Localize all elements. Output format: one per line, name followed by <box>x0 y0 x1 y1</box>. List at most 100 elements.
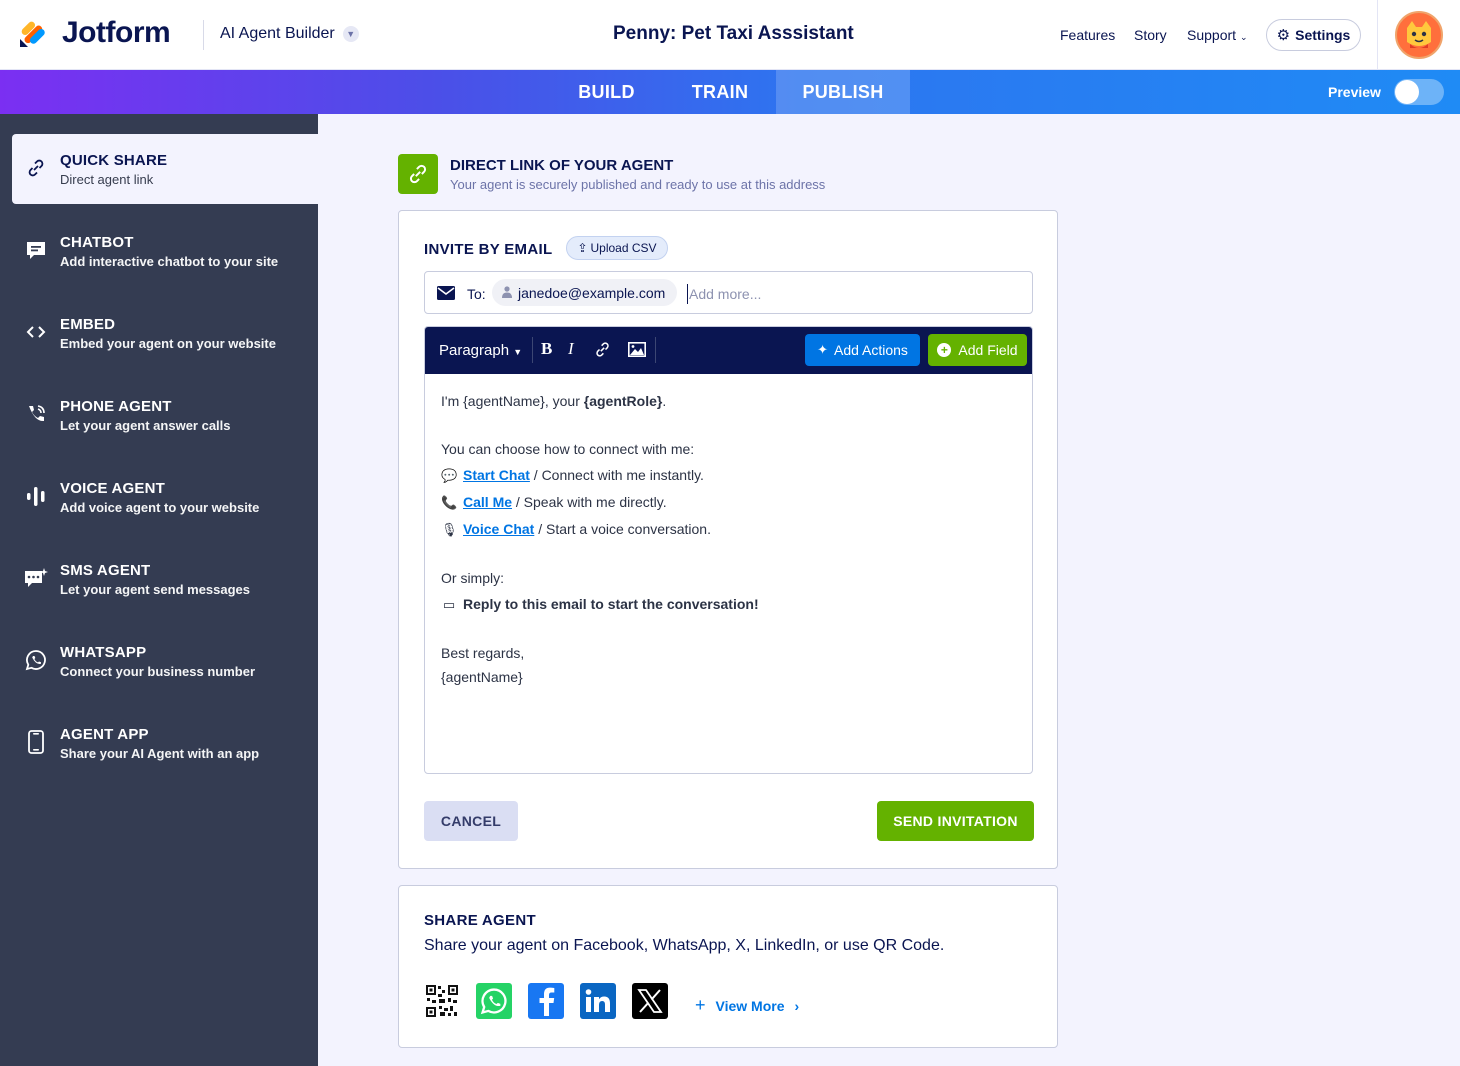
email-voice-line: 🎙 Voice Chat / Start a voice conversation… <box>441 521 711 538</box>
sidebar-item-quick-share[interactable]: QUICK SHARE Direct agent link <box>12 134 318 204</box>
cancel-button[interactable]: CANCEL <box>424 801 518 841</box>
preview-label: Preview <box>1328 84 1381 100</box>
sms-icon <box>24 566 48 590</box>
sidebar-item-title: VOICE AGENT <box>60 480 165 497</box>
send-invitation-button[interactable]: SEND INVITATION <box>877 801 1034 841</box>
mobile-app-icon <box>24 730 48 754</box>
page-title: Penny: Pet Taxi Asssistant <box>613 23 854 44</box>
add-field-label: Add Field <box>958 342 1018 358</box>
recipient-field[interactable]: To: janedoe@example.com <box>424 271 1033 314</box>
x-icon[interactable] <box>632 983 668 1019</box>
nav-features[interactable]: Features <box>1060 27 1115 43</box>
sidebar-item-agent-app[interactable]: AGENT APP Share your AI Agent with an ap… <box>12 708 318 778</box>
nav-support[interactable]: Support ⌄ <box>1187 27 1247 43</box>
link-icon[interactable] <box>594 341 611 363</box>
to-label: To: <box>467 286 486 302</box>
email-chat-line: 💬 Start Chat / Connect with me instantly. <box>441 467 704 484</box>
upload-csv-label: Upload CSV <box>590 241 657 255</box>
sidebar-item-embed[interactable]: EMBED Embed your agent on your website <box>12 298 318 368</box>
sidebar-item-subtitle: Embed your agent on your website <box>60 336 276 351</box>
tab-build[interactable]: BUILD <box>548 70 665 114</box>
invite-by-email-card: INVITE BY EMAIL ⇪ Upload CSV To: janedoe… <box>398 210 1058 869</box>
cat-avatar-icon <box>1407 21 1431 48</box>
sidebar-item-whatsapp[interactable]: WHATSAPP Connect your business number <box>12 626 318 696</box>
add-more-input[interactable] <box>687 284 987 304</box>
nav-support-label: Support <box>1187 27 1237 43</box>
link-icon <box>398 154 438 194</box>
preview-toggle[interactable] <box>1394 79 1444 105</box>
add-actions-button[interactable]: ✦ Add Actions <box>805 334 920 366</box>
voice-bars-icon <box>24 484 48 508</box>
toolbar-divider <box>655 337 656 363</box>
recipient-chip[interactable]: janedoe@example.com <box>492 279 678 306</box>
view-more-link[interactable]: + View More › <box>695 995 799 1016</box>
sidebar-item-subtitle: Add voice agent to your website <box>60 500 260 515</box>
intro-end: . <box>662 393 667 409</box>
agent-role-field: {agentRole} <box>583 393 663 409</box>
caret-down-icon: ▼ <box>513 347 523 357</box>
microphone-icon: 🎙 <box>441 522 458 537</box>
email-editor[interactable]: Paragraph ▼ B I ✦ Add Actions + Add Fiel… <box>424 326 1033 774</box>
voice-description: / Start a voice conversation. <box>534 521 711 537</box>
publish-sidebar: QUICK SHARE Direct agent link CHATBOT Ad… <box>0 114 318 1066</box>
sidebar-item-title: PHONE AGENT <box>60 398 172 415</box>
paragraph-dropdown[interactable]: Paragraph ▼ <box>439 342 522 359</box>
header-divider <box>203 20 204 50</box>
linkedin-icon[interactable] <box>580 983 616 1019</box>
toggle-knob <box>1395 80 1419 104</box>
phone-icon <box>24 402 48 426</box>
tab-publish[interactable]: PUBLISH <box>776 70 910 114</box>
call-description: / Speak with me directly. <box>512 494 667 510</box>
add-field-button[interactable]: + Add Field <box>928 334 1027 366</box>
facebook-icon[interactable] <box>528 983 564 1019</box>
invite-title: INVITE BY EMAIL <box>424 241 553 258</box>
jotform-logo[interactable]: Jotform <box>18 16 171 50</box>
chat-icon <box>24 238 48 262</box>
chevron-down-icon: ⌄ <box>1239 32 1248 42</box>
add-actions-label: Add Actions <box>833 342 908 358</box>
settings-button[interactable]: ⚙ Settings <box>1266 19 1361 51</box>
share-subtitle: Share your agent on Facebook, WhatsApp, … <box>424 937 945 954</box>
sidebar-item-subtitle: Add interactive chatbot to your site <box>60 254 279 269</box>
sidebar-item-phone-agent[interactable]: PHONE AGENT Let your agent answer calls <box>12 380 318 450</box>
builder-dropdown[interactable]: AI Agent Builder ▼ <box>220 25 359 43</box>
sidebar-item-sms-agent[interactable]: SMS AGENT Let your agent send messages <box>12 544 318 614</box>
whatsapp-icon[interactable] <box>476 983 512 1019</box>
voice-chat-link[interactable]: Voice Chat <box>463 521 534 537</box>
bold-button[interactable]: B <box>541 339 552 359</box>
app-header: Jotform AI Agent Builder ▼ Penny: Pet Ta… <box>0 0 1460 70</box>
start-chat-link[interactable]: Start Chat <box>463 467 530 483</box>
sidebar-item-voice-agent[interactable]: VOICE AGENT Add voice agent to your webs… <box>12 462 318 532</box>
sidebar-item-subtitle: Share your AI Agent with an app <box>60 746 260 761</box>
code-icon <box>24 320 48 344</box>
envelope-icon: ▭ <box>442 597 456 612</box>
plus-circle-icon: + <box>937 343 952 357</box>
share-agent-card: SHARE AGENT Share your agent on Facebook… <box>398 885 1058 1048</box>
whatsapp-icon <box>24 648 48 672</box>
italic-button[interactable]: I <box>568 339 574 359</box>
avatar[interactable] <box>1395 11 1443 59</box>
sidebar-item-chatbot[interactable]: CHATBOT Add interactive chatbot to your … <box>12 216 318 286</box>
email-call-line: 📞 Call Me / Speak with me directly. <box>441 494 667 511</box>
speech-bubble-icon: 💬 <box>441 468 458 483</box>
editor-toolbar: Paragraph ▼ B I ✦ Add Actions + Add Fiel… <box>425 327 1032 374</box>
email-signature: {agentName} <box>441 669 523 685</box>
nav-story[interactable]: Story <box>1134 27 1167 43</box>
chevron-right-icon: › <box>794 997 800 1014</box>
image-icon[interactable] <box>628 342 646 362</box>
avatar-container[interactable] <box>1377 0 1460 70</box>
upload-icon: ⇪ <box>577 241 588 255</box>
chevron-down-icon: ▼ <box>342 26 359 42</box>
intro-text: I'm {agentName}, your <box>441 393 584 409</box>
brand-name: Jotform <box>62 16 171 49</box>
sidebar-item-subtitle: Let your agent answer calls <box>60 418 231 433</box>
direct-link-title: DIRECT LINK OF YOUR AGENT <box>450 157 674 174</box>
upload-csv-button[interactable]: ⇪ Upload CSV <box>566 236 668 260</box>
qr-code-icon[interactable] <box>424 983 460 1019</box>
gear-icon: ⚙ <box>1276 27 1291 44</box>
call-me-link[interactable]: Call Me <box>463 494 512 510</box>
tab-train[interactable]: TRAIN <box>665 70 775 114</box>
email-choose-line: You can choose how to connect with me: <box>441 441 695 457</box>
person-icon <box>502 286 512 298</box>
settings-label: Settings <box>1295 27 1351 43</box>
